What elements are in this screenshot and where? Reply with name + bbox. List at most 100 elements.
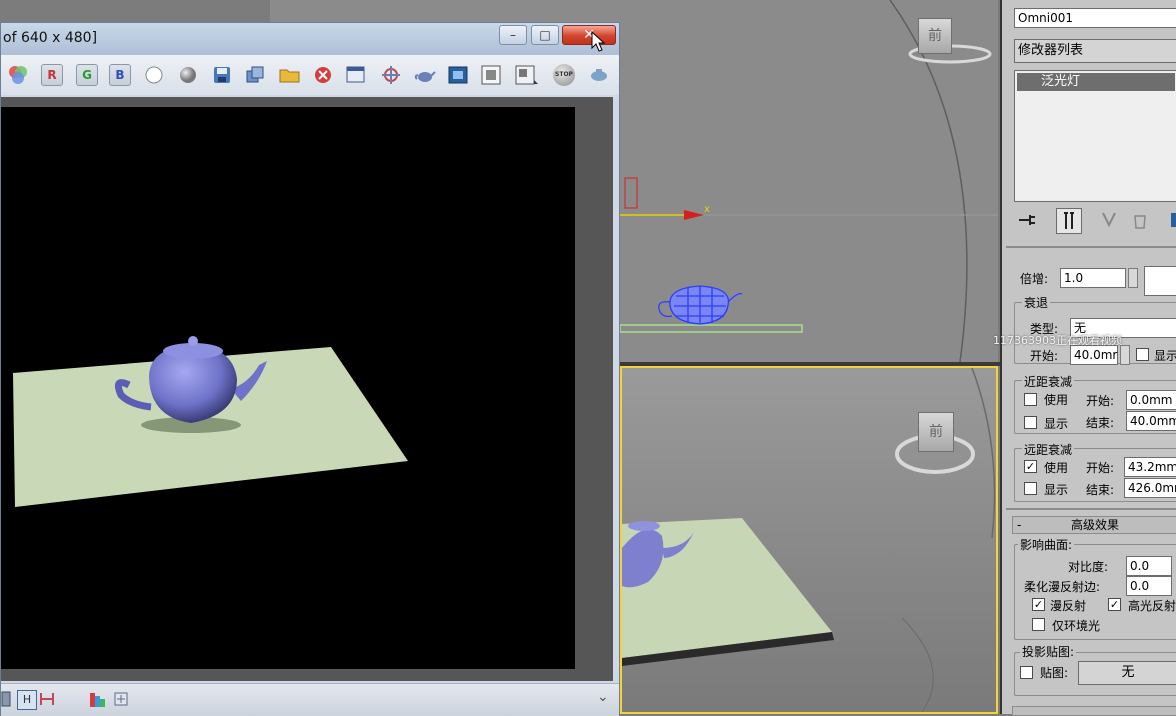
soften-diffuse-field[interactable]: 0.0 <box>1126 576 1172 596</box>
remove-modifier-icon[interactable] <box>1130 210 1152 230</box>
far-end-label: 结束: <box>1086 483 1115 497</box>
object-name-field[interactable]: Omni001 <box>1014 8 1176 28</box>
teapot-render-icon[interactable] <box>413 64 437 86</box>
decay-start-label: 开始: <box>1030 349 1059 363</box>
decay-start-field[interactable]: 40.0mr <box>1070 345 1118 365</box>
ambient-only-label: 仅环境光 <box>1052 619 1101 633</box>
diffuse-checkbox[interactable]: ✓ <box>1032 598 1045 611</box>
command-panel: Omni001 修改器列表 泛光灯 倍增: 1.0 衰退 类型: 无 开始: 4… <box>1000 0 1176 716</box>
soften-diffuse-label: 柔化漫反射边: <box>1024 580 1101 594</box>
specular-checkbox[interactable]: ✓ <box>1108 598 1121 611</box>
multiplier-spinner[interactable] <box>1128 268 1138 288</box>
multiplier-field[interactable]: 1.0 <box>1060 268 1126 288</box>
specular-check: ✓ <box>1109 598 1120 611</box>
top-viewcube[interactable]: 前 <box>918 18 952 54</box>
perspective-viewcube-face-label: 前 <box>929 424 943 440</box>
region-icon[interactable] <box>447 64 469 86</box>
frame-icon[interactable] <box>480 64 502 86</box>
stack-toolbar <box>1014 206 1176 236</box>
red-channel-button[interactable]: R <box>41 64 63 86</box>
top-viewcube-face-label: 前 <box>928 28 942 44</box>
zoom-icon[interactable] <box>113 691 129 707</box>
clear-icon[interactable] <box>312 64 334 86</box>
render-toolbar: R G B STOP <box>1 55 619 95</box>
pin-stack-icon[interactable] <box>1016 210 1038 230</box>
open-folder-icon[interactable] <box>278 64 302 86</box>
contrast-field[interactable]: 0.0 <box>1126 556 1172 576</box>
panel-separator-2 <box>1006 508 1176 510</box>
configure-sets-icon[interactable] <box>1170 210 1176 230</box>
diffuse-label: 漫反射 <box>1050 599 1087 613</box>
near-show-checkbox[interactable] <box>1024 416 1037 429</box>
far-end-field[interactable]: 426.0mr <box>1124 478 1176 498</box>
grid-icon[interactable] <box>1 691 17 707</box>
advanced-effects-title: 高级效果 <box>1070 518 1119 532</box>
far-use-checkbox[interactable]: ✓ <box>1024 460 1037 473</box>
view-arc <box>971 368 996 539</box>
blue-channel-button[interactable]: B <box>109 64 131 86</box>
projector-map-button[interactable]: 无 <box>1078 661 1176 685</box>
stop-button[interactable]: STOP <box>553 64 575 86</box>
render-window-titlebar[interactable]: of 640 x 480] – □ ✕ <box>1 23 619 55</box>
viewer-watermark: 117363903正在观看视频 <box>993 334 1122 347</box>
contrast-label: 对比度: <box>1068 560 1109 574</box>
ambient-only-checkbox[interactable] <box>1032 618 1045 631</box>
minimize-button[interactable]: – <box>499 25 527 45</box>
far-show-label: 显示 <box>1044 483 1069 497</box>
projector-map-checkbox[interactable] <box>1020 666 1033 679</box>
render-window-title: of 640 x 480] <box>3 30 98 46</box>
white-circle-icon[interactable] <box>143 64 165 86</box>
far-start-field[interactable]: 43.2mm <box>1124 457 1176 477</box>
modifier-stack: 泛光灯 <box>1014 70 1176 202</box>
render-frame-window[interactable]: of 640 x 480] – □ ✕ R G B STOP H ⌄ <box>0 22 620 716</box>
view-arc <box>889 0 968 362</box>
blue-channel-icon: B <box>115 68 125 82</box>
color-bars-icon[interactable] <box>89 691 105 707</box>
far-start-label: 开始: <box>1086 461 1115 475</box>
light-color-swatch[interactable] <box>1144 266 1176 296</box>
near-use-checkbox[interactable] <box>1024 393 1037 406</box>
advanced-effects-rollout[interactable]: - 高级效果 <box>1012 516 1176 534</box>
make-unique-icon[interactable] <box>1100 210 1122 230</box>
clone-icon[interactable] <box>244 64 266 86</box>
perspective-viewport[interactable]: 前 <box>620 366 998 714</box>
teapot-small-icon[interactable] <box>587 64 611 86</box>
near-end-field[interactable]: 40.0mm <box>1126 411 1176 431</box>
h-button[interactable]: H <box>17 690 37 710</box>
mouse-cursor-icon <box>591 31 606 52</box>
green-channel-button[interactable]: G <box>76 64 98 86</box>
save-icon[interactable] <box>211 64 233 86</box>
decay-show-checkbox[interactable] <box>1136 348 1149 361</box>
render-area <box>1 97 613 681</box>
far-show-checkbox[interactable] <box>1024 482 1037 495</box>
next-rollout[interactable] <box>1012 706 1176 716</box>
crosshair-icon[interactable] <box>379 64 403 86</box>
perspective-viewcube[interactable]: 前 <box>918 412 954 452</box>
near-start-field[interactable]: 0.0mm <box>1126 390 1176 410</box>
near-start-label: 开始: <box>1086 394 1115 408</box>
decay-start-spinner[interactable] <box>1120 345 1130 365</box>
close-button[interactable]: ✕ <box>562 25 616 45</box>
axis-x-arrow <box>684 210 704 220</box>
rendered-scene <box>13 336 408 507</box>
near-atten-title: 近距衰减 <box>1022 373 1075 390</box>
maximize-icon: □ <box>539 28 551 42</box>
multiplier-label: 倍增: <box>1020 272 1049 286</box>
projector-map-label: 贴图: <box>1040 666 1069 680</box>
stack-item-omni[interactable]: 泛光灯 <box>1017 73 1175 91</box>
maximize-button[interactable]: □ <box>531 25 559 45</box>
render-setup-icon[interactable] <box>514 64 540 88</box>
modifier-list-dropdown[interactable]: 修改器列表 <box>1014 39 1176 63</box>
expand-chevron-icon[interactable]: ⌄ <box>597 689 609 705</box>
far-atten-title: 远距衰减 <box>1022 441 1075 458</box>
show-end-result-button[interactable] <box>1056 208 1082 234</box>
rgb-channels-icon[interactable] <box>7 64 29 86</box>
rollout-collapse-sign: - <box>1017 518 1022 532</box>
gray-sphere-icon[interactable] <box>177 64 199 86</box>
window-icon[interactable] <box>345 64 367 86</box>
far-use-check: ✓ <box>1025 460 1036 473</box>
panel-separator <box>1006 246 1176 248</box>
near-show-label: 显示 <box>1044 417 1069 431</box>
rendered-image[interactable] <box>1 107 575 669</box>
split-h-icon[interactable] <box>39 691 55 707</box>
